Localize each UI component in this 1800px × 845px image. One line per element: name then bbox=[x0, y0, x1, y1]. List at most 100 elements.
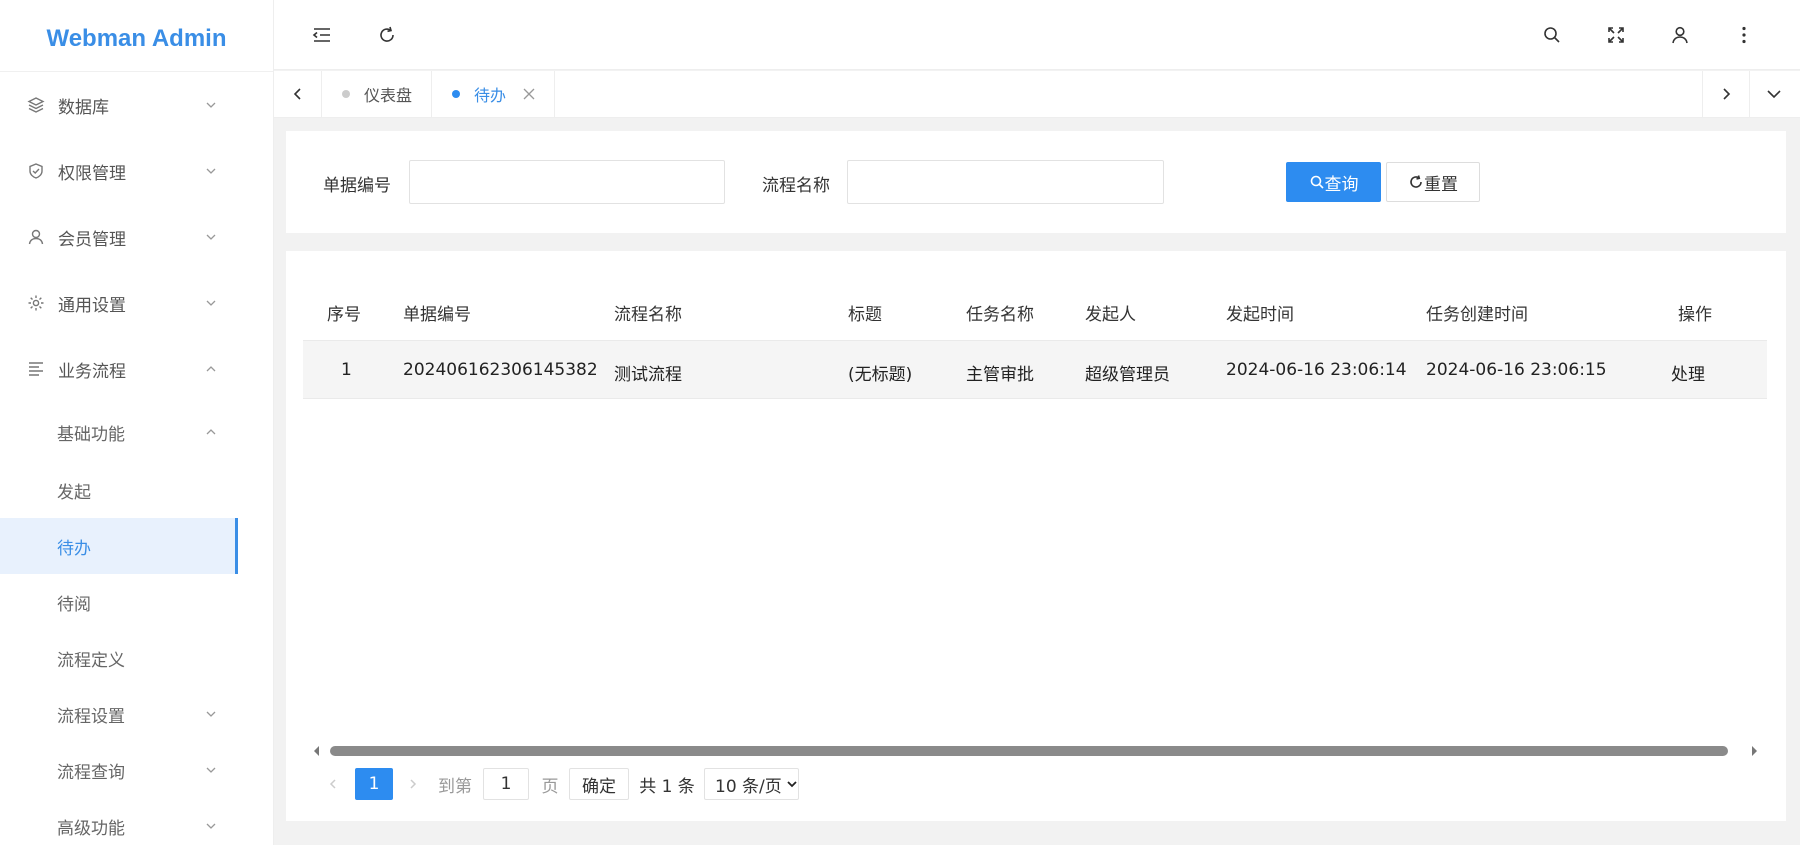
search-icon bbox=[1310, 175, 1324, 189]
refresh-icon[interactable] bbox=[375, 23, 399, 47]
query-button[interactable]: 查询 bbox=[1286, 162, 1381, 202]
sidebar-item-settings[interactable]: 通用设置 bbox=[0, 270, 273, 336]
sidebar-item-toread[interactable]: 待阅 bbox=[0, 574, 273, 630]
sidebar-item-label: 待办 bbox=[57, 538, 91, 559]
layers-icon bbox=[26, 95, 46, 115]
horizontal-scrollbar-thumb[interactable] bbox=[330, 746, 1728, 756]
page-size-value: 10 条/页 bbox=[715, 776, 782, 797]
tab-dashboard[interactable]: 仪表盘 bbox=[322, 71, 432, 117]
chevron-right-icon bbox=[410, 779, 417, 789]
sidebar-item-advanced[interactable]: 高级功能 bbox=[0, 798, 273, 845]
sidebar-item-flow-definition[interactable]: 流程定义 bbox=[0, 630, 273, 686]
column-header: 任务名称 bbox=[966, 305, 1034, 325]
goto-label: 到第 bbox=[438, 776, 472, 797]
chevron-down-icon bbox=[206, 823, 216, 829]
scroll-left-arrow-icon[interactable] bbox=[311, 745, 323, 757]
column-header: 发起人 bbox=[1085, 305, 1136, 325]
goto-confirm-button[interactable]: 确定 bbox=[569, 768, 629, 800]
page-1-button[interactable]: 1 bbox=[355, 768, 393, 800]
table-cell-initiator: 超级管理员 bbox=[1085, 365, 1170, 385]
tab-scroll-left[interactable] bbox=[274, 71, 322, 117]
sidebar-item-label: 发起 bbox=[57, 482, 91, 503]
chevron-left-icon bbox=[329, 779, 336, 789]
close-icon[interactable] bbox=[522, 87, 536, 101]
tab-status-dot bbox=[342, 90, 350, 98]
chevron-down-icon bbox=[206, 300, 216, 306]
user-icon[interactable] bbox=[1668, 23, 1692, 47]
gear-icon bbox=[26, 293, 46, 313]
tab-label: 仪表盘 bbox=[364, 86, 413, 105]
chevron-down-icon bbox=[206, 711, 216, 717]
table-cell-doc-no: 202406162306145382 bbox=[403, 360, 598, 380]
reset-button[interactable]: 重置 bbox=[1386, 162, 1480, 202]
sidebar-item-permissions[interactable]: 权限管理 bbox=[0, 138, 273, 204]
table-cell-flow-name: 测试流程 bbox=[614, 365, 682, 385]
tab-status-dot bbox=[452, 90, 460, 98]
column-header: 发起时间 bbox=[1226, 305, 1294, 325]
sidebar-item-members[interactable]: 会员管理 bbox=[0, 204, 273, 270]
chevron-down-icon bbox=[206, 767, 216, 773]
sidebar-item-label: 权限管理 bbox=[58, 163, 126, 184]
sidebar-item-initiate[interactable]: 发起 bbox=[0, 462, 273, 518]
query-label: 查询 bbox=[1324, 174, 1359, 195]
sidebar: Webman Admin 数据库 权限管理 会员管理 通用设置 业务流程 基础功… bbox=[0, 0, 274, 845]
sidebar-item-label: 流程定义 bbox=[57, 650, 125, 671]
sidebar-item-label: 数据库 bbox=[58, 97, 109, 118]
column-header: 序号 bbox=[327, 305, 361, 325]
page-size-select[interactable]: 10 条/页 bbox=[704, 768, 799, 800]
chevron-up-icon bbox=[206, 366, 216, 372]
goto-page-input[interactable]: 1 bbox=[483, 768, 529, 800]
menu-fold-icon[interactable] bbox=[310, 23, 334, 47]
tab-dropdown[interactable] bbox=[1750, 71, 1798, 117]
column-header: 操作 bbox=[1678, 305, 1712, 325]
search-icon[interactable] bbox=[1540, 23, 1564, 47]
flow-name-input[interactable] bbox=[847, 160, 1164, 204]
chevron-down-icon bbox=[206, 234, 216, 240]
prev-page-button[interactable] bbox=[320, 768, 346, 800]
chevron-down-icon bbox=[206, 102, 216, 108]
sidebar-item-workflow[interactable]: 业务流程 bbox=[0, 336, 273, 402]
process-action-link[interactable]: 处理 bbox=[1671, 360, 1705, 385]
tab-scroll-right[interactable] bbox=[1702, 71, 1750, 117]
sidebar-item-label: 流程设置 bbox=[57, 706, 125, 727]
chevron-down-icon bbox=[787, 781, 797, 788]
column-header: 流程名称 bbox=[614, 305, 682, 325]
chevron-up-icon bbox=[206, 429, 216, 435]
doc-no-label: 单据编号 bbox=[323, 176, 391, 196]
more-vertical-icon[interactable] bbox=[1732, 23, 1756, 47]
list-icon bbox=[26, 359, 46, 379]
refresh-icon bbox=[1410, 175, 1422, 188]
table-cell-created-time: 2024-06-16 23:06:15 bbox=[1426, 360, 1607, 380]
sidebar-group-basic[interactable]: 基础功能 bbox=[0, 402, 273, 462]
column-header: 单据编号 bbox=[403, 305, 471, 325]
table-cell-title: (无标题) bbox=[848, 365, 913, 385]
table-cell-start-time: 2024-06-16 23:06:14 bbox=[1226, 360, 1407, 380]
sidebar-item-flow-settings[interactable]: 流程设置 bbox=[0, 686, 273, 742]
sidebar-item-label: 通用设置 bbox=[58, 295, 126, 316]
sidebar-item-label: 流程查询 bbox=[57, 762, 125, 783]
sidebar-item-todo[interactable]: 待办 bbox=[0, 518, 238, 574]
fullscreen-icon[interactable] bbox=[1604, 23, 1628, 47]
tab-label: 待办 bbox=[474, 86, 507, 105]
sidebar-item-label: 高级功能 bbox=[57, 818, 125, 839]
flow-name-label: 流程名称 bbox=[762, 176, 830, 196]
user-icon bbox=[26, 227, 46, 247]
sidebar-item-label: 会员管理 bbox=[58, 229, 126, 250]
tab-bar: 仪表盘 待办 bbox=[274, 71, 1800, 118]
total-count: 共 1 条 bbox=[639, 776, 695, 797]
top-header bbox=[274, 0, 1800, 70]
next-page-button[interactable] bbox=[400, 768, 426, 800]
tab-todo[interactable]: 待办 bbox=[432, 71, 555, 117]
chevron-left-icon bbox=[293, 88, 301, 100]
table-cell-index: 1 bbox=[341, 360, 352, 380]
sidebar-item-label: 业务流程 bbox=[58, 361, 126, 382]
column-header: 标题 bbox=[848, 305, 882, 325]
sidebar-item-flow-query[interactable]: 流程查询 bbox=[0, 742, 273, 798]
sidebar-group-label: 基础功能 bbox=[57, 424, 125, 445]
column-header: 任务创建时间 bbox=[1426, 305, 1528, 325]
table-cell-task-name: 主管审批 bbox=[966, 365, 1034, 385]
doc-no-input[interactable] bbox=[409, 160, 725, 204]
scroll-right-arrow-icon[interactable] bbox=[1748, 745, 1760, 757]
sidebar-item-database[interactable]: 数据库 bbox=[0, 72, 273, 138]
reset-label: 重置 bbox=[1424, 174, 1458, 195]
